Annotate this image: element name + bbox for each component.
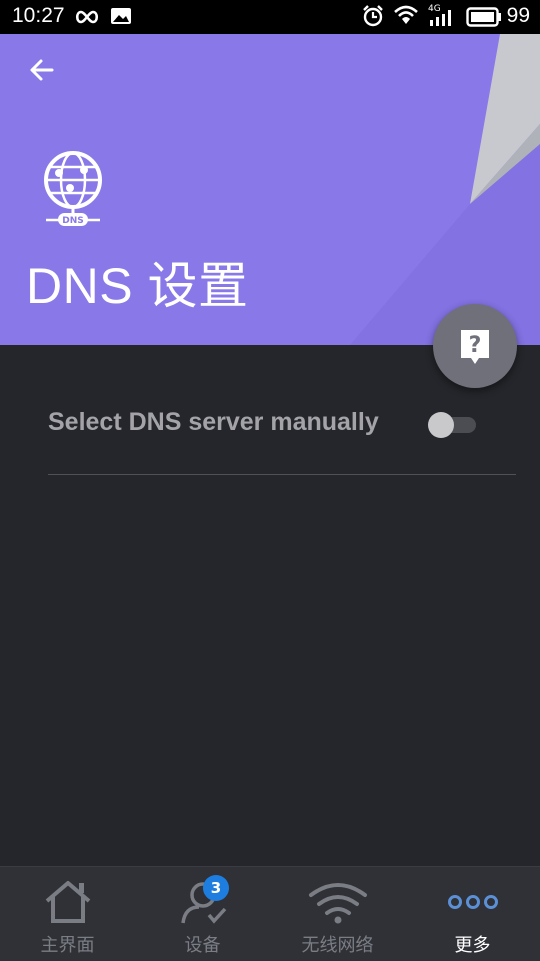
nav-label-home: 主界面 [40,935,95,956]
infinity-icon [75,10,99,24]
nav-item-more[interactable]: 更多 [405,867,540,961]
signal-icon [430,10,451,26]
battery-percent: 99 [506,4,530,27]
nav-label-wifi: 无线网络 [301,935,374,956]
dns-icon-label: DNS [62,216,84,226]
image-notification-icon [111,8,131,24]
wifi-status-icon [394,5,418,24]
dns-globe-icon: DNS [44,151,102,226]
wifi-icon [309,883,367,924]
nav-label-devices: 设备 [184,935,221,956]
toggle-thumb [428,412,454,438]
help-question-icon: ? [461,330,489,364]
bottom-navigation: 主界面 设备 无线网络 更多 [0,866,540,961]
manual-dns-toggle[interactable] [428,410,476,438]
battery-icon [466,7,501,27]
nav-label-more: 更多 [454,935,491,956]
manual-dns-setting-row[interactable]: Select DNS server manually [48,390,516,474]
alarm-icon [363,5,383,27]
nav-item-devices[interactable]: 设备 [135,867,270,961]
home-icon [45,881,91,923]
back-arrow-icon[interactable] [24,52,60,88]
help-button[interactable]: ? [433,304,517,388]
nav-item-wifi[interactable]: 无线网络 [270,867,405,961]
header: DNS DNS 设置 [0,34,540,345]
more-icon [448,895,498,909]
nav-item-home[interactable]: 主界面 [0,867,135,961]
svg-text:?: ? [469,333,482,358]
status-time: 10:27 [12,4,65,27]
divider [48,474,516,475]
page-title: DNS 设置 [26,258,249,314]
devices-count-badge: 3 [203,875,229,901]
status-bar: 10:27 4G 99 [0,0,540,34]
manual-dns-label: Select DNS server manually [48,408,379,436]
